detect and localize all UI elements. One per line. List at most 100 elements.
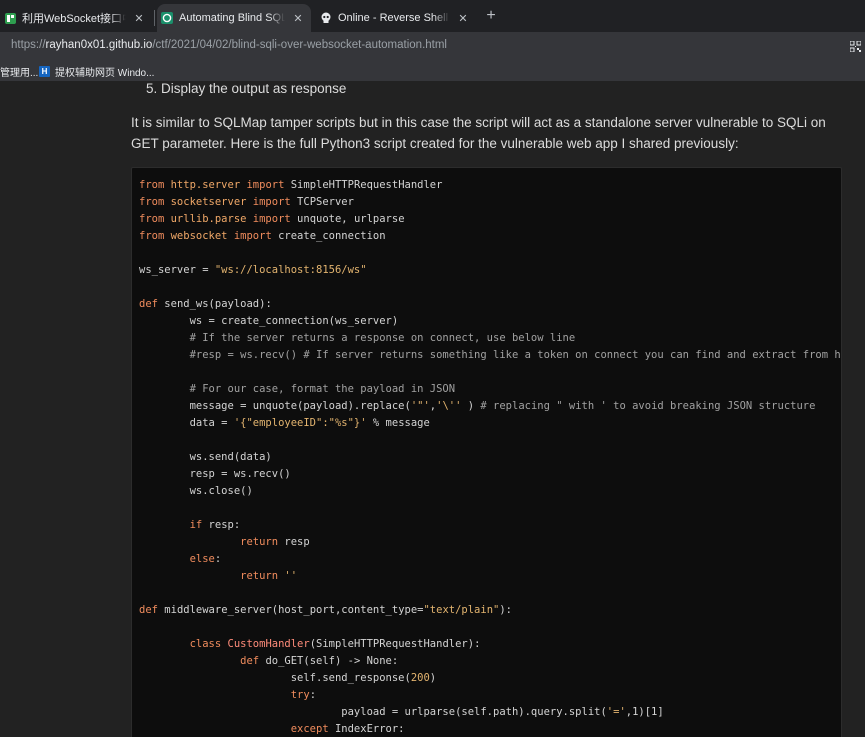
- tab-title: Automating Blind SQL injectio: [179, 12, 285, 24]
- python-code: from http.server import SimpleHTTPReques…: [139, 177, 842, 737]
- tab-reverse-shell-generator[interactable]: Online - Reverse Shell Genera ✕: [316, 4, 476, 32]
- bookmark-h-icon: H: [39, 66, 50, 77]
- bookmark-label: 提权辅助网页 Windo...: [55, 68, 155, 79]
- code-token: import: [240, 179, 291, 191]
- tab-title: Online - Reverse Shell Genera: [338, 12, 450, 24]
- code-line: # For our case, format the payload in JS…: [139, 381, 841, 398]
- code-line: def middleware_server(host_port,content_…: [139, 602, 841, 619]
- code-token: # replacing " with ' to avoid breaking J…: [480, 400, 816, 412]
- code-token: socketserver: [170, 196, 247, 208]
- tab-strip: 利用WebSocket接口中转注入渗 ✕ Automating Blind SQ…: [0, 0, 865, 32]
- code-token: (SimpleHTTPRequestHandler):: [309, 638, 481, 650]
- code-token: ws_server =: [139, 264, 215, 276]
- code-token: #resp = ws.recv() # If server returns so…: [139, 349, 842, 361]
- tab-automating-blind-sqli[interactable]: Automating Blind SQL injectio ✕: [157, 4, 311, 32]
- code-line: def send_ws(payload):: [139, 296, 841, 313]
- code-token: urllib.parse: [170, 213, 247, 225]
- code-token: '\'': [436, 400, 462, 412]
- close-icon[interactable]: ✕: [456, 12, 470, 25]
- code-line: ws.send(data): [139, 449, 841, 466]
- bookmark-label: 管理用...: [0, 68, 39, 79]
- code-token: ): [461, 400, 481, 412]
- code-line: class CustomHandler(SimpleHTTPRequestHan…: [139, 636, 841, 653]
- code-token: '': [284, 570, 298, 582]
- code-line: if resp:: [139, 517, 841, 534]
- code-token: payload = urlparse(self.path).query.spli…: [139, 706, 607, 718]
- code-token: ): [429, 672, 437, 684]
- code-line: self.send_response(200): [139, 670, 841, 687]
- code-token: create_connection: [278, 230, 386, 242]
- code-line: from websocket import create_connection: [139, 228, 841, 245]
- code-token: ws = create_connection(ws_server): [139, 315, 399, 327]
- code-token: '=': [606, 706, 626, 718]
- code-token: '"': [410, 400, 430, 412]
- code-token: class: [139, 638, 228, 650]
- bookmark-item[interactable]: 管理用...: [0, 64, 38, 79]
- code-block: from http.server import SimpleHTTPReques…: [131, 167, 842, 737]
- code-token: http.server: [170, 179, 241, 191]
- bookmarks-bar: 管理用... H 提权辅助网页 Windo...: [0, 59, 865, 81]
- new-tab-button[interactable]: +: [481, 6, 501, 26]
- code-token: SimpleHTTPRequestHandler: [290, 179, 443, 191]
- code-token: "text/plain": [423, 604, 500, 616]
- tab-title: 利用WebSocket接口中转注入渗: [22, 13, 126, 25]
- code-token: from: [139, 213, 171, 225]
- code-token: ,1)[1]: [625, 706, 664, 718]
- url-field[interactable]: https://rayhan0x01.github.io/ctf/2021/04…: [11, 39, 447, 51]
- code-token: import: [246, 196, 298, 208]
- code-line: return resp: [139, 534, 841, 551]
- code-token: :: [214, 553, 222, 565]
- code-line: payload = urlparse(self.path).query.spli…: [139, 704, 841, 721]
- code-token: from: [139, 230, 171, 242]
- code-line: ws = create_connection(ws_server): [139, 313, 841, 330]
- code-token: def: [139, 604, 165, 616]
- code-token: return: [139, 536, 285, 548]
- code-token: # For our case, format the payload in JS…: [139, 383, 456, 395]
- bookmark-item[interactable]: H 提权辅助网页 Windo...: [39, 64, 154, 79]
- url-host: rayhan0x01.github.io: [45, 39, 153, 51]
- code-token: def: [139, 655, 266, 667]
- code-token: def: [139, 298, 165, 310]
- url-scheme: https://: [11, 39, 46, 51]
- code-token: data =: [139, 417, 234, 429]
- code-token: ):: [499, 604, 512, 616]
- code-token: :: [309, 689, 317, 701]
- github-icon: [161, 12, 173, 24]
- close-icon[interactable]: ✕: [132, 12, 146, 25]
- code-token: ws.close(): [139, 485, 253, 497]
- code-token: import: [246, 213, 298, 225]
- qr-code-icon[interactable]: [849, 39, 862, 53]
- close-icon[interactable]: ✕: [291, 12, 305, 25]
- code-token: "ws://localhost:8156/ws": [214, 264, 367, 276]
- code-token: if: [139, 519, 209, 531]
- code-token: % message: [366, 417, 430, 429]
- code-token: IndexError:: [334, 723, 405, 735]
- code-line: try:: [139, 687, 841, 704]
- code-line: from urllib.parse import unquote, urlpar…: [139, 211, 841, 228]
- article-paragraph: It is similar to SQLMap tamper scripts b…: [131, 115, 826, 151]
- code-token: resp = ws.recv(): [139, 468, 291, 480]
- code-line: ws_server = "ws://localhost:8156/ws": [139, 262, 841, 279]
- code-token: websocket: [170, 230, 228, 242]
- code-line: ws.close(): [139, 483, 841, 500]
- code-token: try: [139, 689, 310, 701]
- code-line: resp = ws.recv(): [139, 466, 841, 483]
- green-square-icon: [4, 12, 16, 24]
- code-line: # If the server returns a response on co…: [139, 330, 841, 347]
- code-line: #resp = ws.recv() # If server returns so…: [139, 347, 842, 364]
- code-token: send_ws(payload):: [164, 298, 272, 310]
- code-token: middleware_server(host_port,content_type…: [164, 604, 424, 616]
- code-line: def do_GET(self) -> None:: [139, 653, 841, 670]
- code-line: from http.server import SimpleHTTPReques…: [139, 177, 841, 194]
- code-line: else:: [139, 551, 841, 568]
- tab-websocket-injection[interactable]: 利用WebSocket接口中转注入渗 ✕: [0, 4, 152, 32]
- code-token: ws.send(data): [139, 451, 272, 463]
- code-token: resp:: [208, 519, 241, 531]
- url-path: /ctf/2021/04/02/blind-sqli-over-websocke…: [152, 39, 447, 51]
- code-token: do_GET(self) -> None:: [265, 655, 399, 667]
